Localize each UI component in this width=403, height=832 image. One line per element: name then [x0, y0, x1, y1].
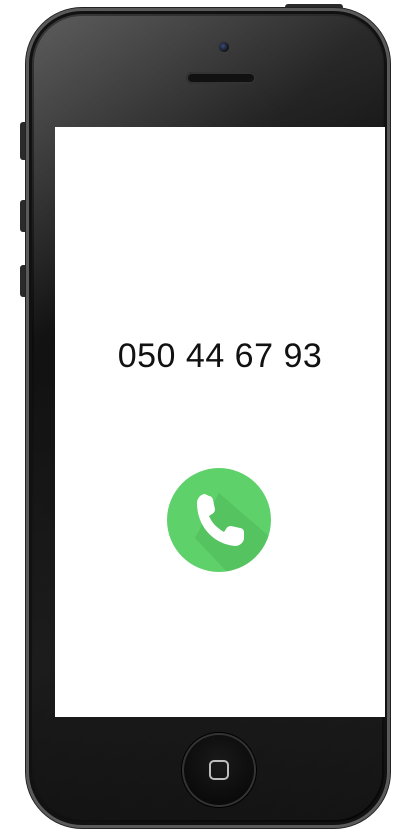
phone-number-text: 050 44 67 93	[117, 337, 323, 375]
home-square-icon	[209, 760, 229, 780]
phone-icon	[195, 493, 271, 572]
home-button[interactable]	[182, 733, 256, 807]
call-button[interactable]	[167, 468, 271, 572]
earpiece-speaker	[186, 72, 256, 84]
front-camera	[219, 42, 229, 52]
phone-screen: 050 44 67 93	[55, 127, 385, 717]
